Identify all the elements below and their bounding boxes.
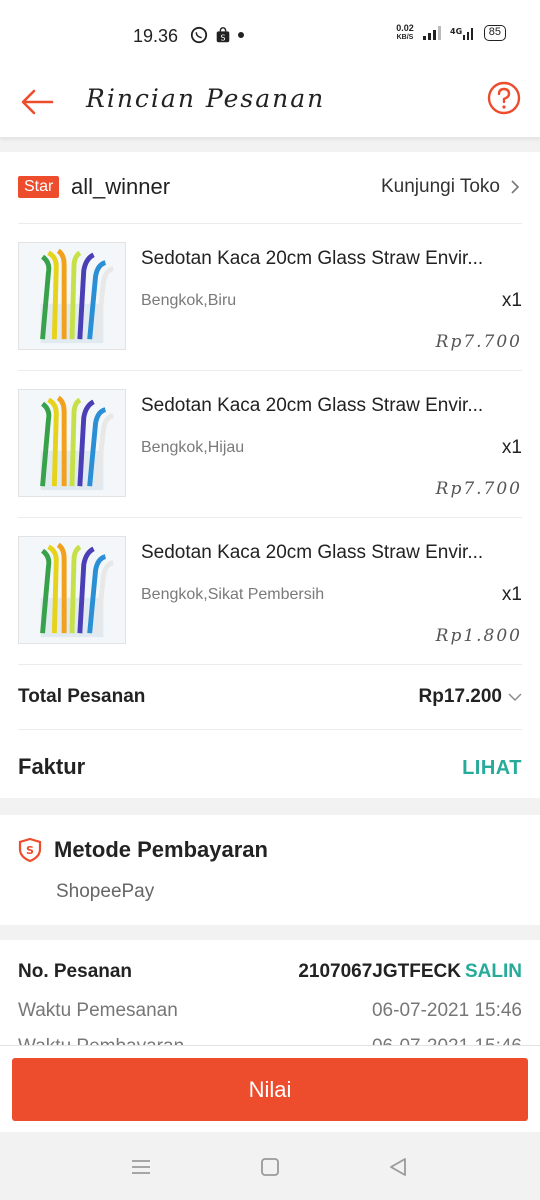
shop-header: Star all_winner Kunjungi Toko — [18, 152, 522, 224]
svg-text:4G: 4G — [450, 27, 462, 36]
rate-button[interactable]: Nilai — [12, 1058, 528, 1121]
product-variant: Bengkok,Hijau — [141, 439, 245, 456]
menu-icon[interactable] — [130, 1156, 152, 1178]
product-image — [18, 389, 126, 497]
clock: 19.36 — [133, 26, 179, 46]
status-bar: 19.36 S 0.02 KB/S 4G 85 — [0, 0, 540, 70]
question-circle-icon[interactable] — [486, 80, 522, 116]
product-image — [18, 536, 126, 644]
battery-icon: 85 — [483, 25, 506, 41]
order-time-row: Waktu Pemesanan 06-07-2021 15:46 — [18, 1000, 522, 1030]
system-nav-bar — [0, 1132, 540, 1200]
visit-shop-link[interactable]: Kunjungi Toko — [381, 176, 522, 198]
product-quantity: x1 — [501, 584, 522, 605]
payment-method-value: ShopeePay — [56, 881, 155, 902]
status-icons: S — [190, 26, 244, 44]
notification-dot — [238, 32, 244, 38]
product-variant: Bengkok,Sikat Pembersih — [141, 586, 325, 603]
product-quantity: x1 — [501, 290, 522, 311]
order-info-card: No. Pesanan 2107067JGTFECK SALIN Waktu Pe… — [0, 940, 540, 1050]
copy-order-number-button[interactable]: SALIN — [465, 961, 522, 982]
payment-method-card: S Metode Pembayaran ShopeePay — [0, 815, 540, 925]
order-total-label: Total Pesanan — [18, 686, 146, 707]
net-speed: 0.02 KB/S — [396, 23, 414, 42]
order-item[interactable]: Sedotan Kaca 20cm Glass Straw Envir... B… — [18, 518, 522, 665]
invoice-row: Faktur LIHAT — [18, 730, 522, 798]
back-triangle-icon[interactable] — [387, 1156, 409, 1178]
invoice-label: Faktur — [18, 754, 86, 779]
order-number-label: No. Pesanan — [18, 961, 133, 982]
visit-shop-label: Kunjungi Toko — [380, 176, 500, 197]
order-item[interactable]: Sedotan Kaca 20cm Glass Straw Envir... B… — [18, 371, 522, 518]
shield-icon: S — [18, 837, 42, 863]
app-bar: Rincian Pesanan — [0, 70, 540, 138]
product-name: Sedotan Kaca 20cm Glass Straw Envir... — [141, 395, 484, 416]
shopee-bag-icon: S — [216, 27, 230, 42]
page-title: Rincian Pesanan — [86, 84, 326, 113]
product-price: Rp7.700 — [435, 479, 522, 499]
home-square-icon[interactable] — [259, 1156, 281, 1178]
product-variant: Bengkok,Biru — [141, 292, 237, 309]
order-number-row: No. Pesanan 2107067JGTFECK SALIN — [18, 961, 522, 991]
order-total-value: Rp17.200 — [418, 686, 502, 707]
signal-icon — [422, 26, 441, 40]
shop-name[interactable]: all_winner — [71, 174, 170, 200]
order-total-row[interactable]: Total Pesanan Rp17.200 — [18, 665, 522, 730]
arrow-left-icon[interactable] — [18, 82, 58, 122]
order-time-label: Waktu Pemesanan — [18, 1000, 178, 1021]
order-number-value: 2107067JGTFECK SALIN — [298, 961, 522, 983]
product-name: Sedotan Kaca 20cm Glass Straw Envir... — [141, 248, 484, 269]
order-number: 2107067JGTFECK — [298, 961, 461, 982]
svg-text:S: S — [220, 32, 225, 42]
view-invoice-link[interactable]: LIHAT — [462, 757, 522, 780]
payment-method-title: Metode Pembayaran — [54, 837, 268, 862]
star-seller-badge: Star — [18, 176, 60, 198]
chevron-down-icon — [508, 693, 522, 701]
product-name: Sedotan Kaca 20cm Glass Straw Envir... — [141, 542, 484, 563]
signal-4g-icon: 4G — [450, 27, 473, 40]
product-quantity: x1 — [501, 437, 522, 458]
shop-card: Star all_winner Kunjungi Toko Sedotan Ka… — [0, 152, 540, 798]
product-image — [18, 242, 126, 350]
whatsapp-icon — [190, 26, 208, 44]
bottom-action-bar: Nilai — [0, 1045, 540, 1132]
status-right: 0.02 KB/S 4G 85 — [396, 24, 506, 42]
chevron-right-icon — [511, 180, 520, 194]
product-price: Rp1.800 — [435, 626, 522, 646]
order-time-value: 06-07-2021 15:46 — [371, 1000, 522, 1021]
svg-text:S: S — [26, 844, 34, 857]
product-price: Rp7.700 — [435, 332, 522, 352]
order-item[interactable]: Sedotan Kaca 20cm Glass Straw Envir... B… — [18, 224, 522, 371]
